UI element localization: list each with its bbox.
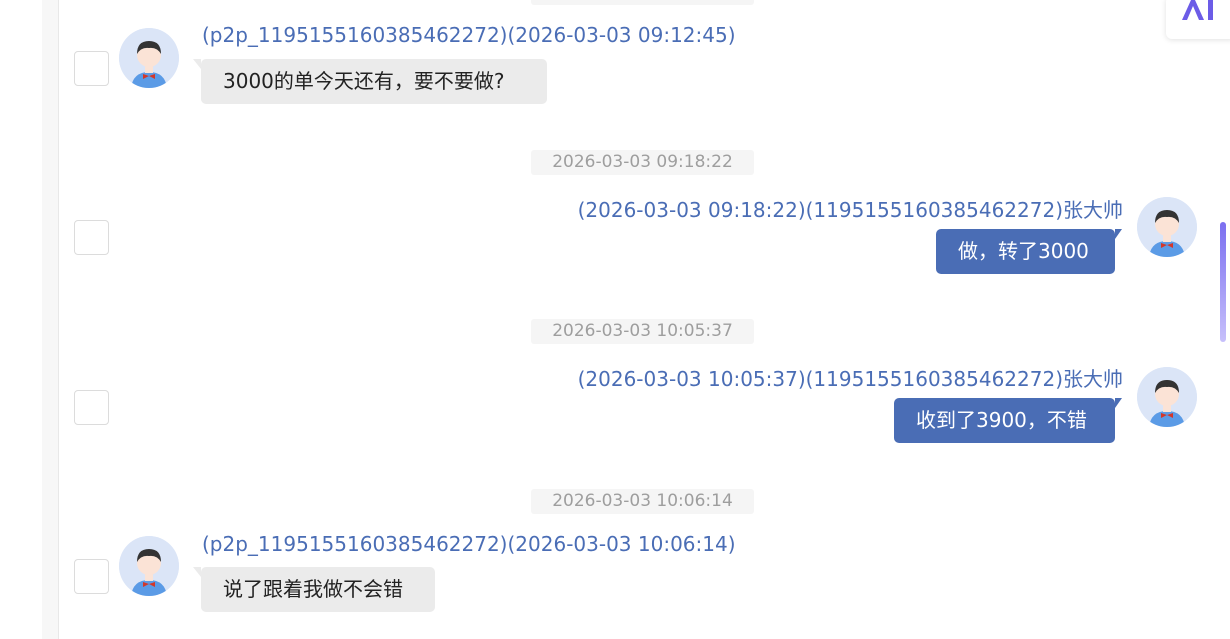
- time-divider: 2026-03-03 10:06:14: [531, 489, 754, 514]
- message-select-checkbox[interactable]: [74, 390, 109, 425]
- user-avatar-icon: [119, 536, 179, 596]
- message-meta: (p2p_1195155160385462272)(2026-03-03 10:…: [202, 532, 736, 556]
- ai-assistant-button[interactable]: [1166, 0, 1230, 39]
- time-divider: 2026-03-03 09:18:22: [531, 150, 754, 175]
- message-select-checkbox[interactable]: [74, 559, 109, 594]
- ai-logo-icon: [1182, 0, 1213, 20]
- left-side-panel: [42, 0, 59, 639]
- avatar: [119, 536, 179, 596]
- message-meta: (2026-03-03 09:18:22)(119515516038546227…: [577, 198, 1123, 222]
- message-bubble[interactable]: 收到了3900，不错: [894, 398, 1122, 443]
- message-meta: (2026-03-03 10:05:37)(119515516038546227…: [577, 367, 1123, 391]
- left-gutter: [0, 0, 42, 639]
- avatar: [1137, 197, 1197, 257]
- message-bubble[interactable]: 3000的单今天还有，要不要做?: [193, 59, 547, 104]
- time-divider: 2026-03-03 10:05:37: [531, 319, 754, 344]
- scrollbar-thumb[interactable]: [1220, 222, 1226, 342]
- message-bubble[interactable]: 做，转了3000: [936, 229, 1122, 274]
- message-bubble[interactable]: 说了跟着我做不会错: [193, 567, 435, 612]
- user-avatar-icon: [1137, 197, 1197, 257]
- user-avatar-icon: [1137, 367, 1197, 427]
- message-select-checkbox[interactable]: [74, 51, 109, 86]
- time-divider-partial: [531, 0, 754, 5]
- user-avatar-icon: [119, 28, 179, 88]
- avatar: [1137, 367, 1197, 427]
- message-meta: (p2p_1195155160385462272)(2026-03-03 09:…: [202, 23, 736, 47]
- avatar: [119, 28, 179, 88]
- message-select-checkbox[interactable]: [74, 220, 109, 255]
